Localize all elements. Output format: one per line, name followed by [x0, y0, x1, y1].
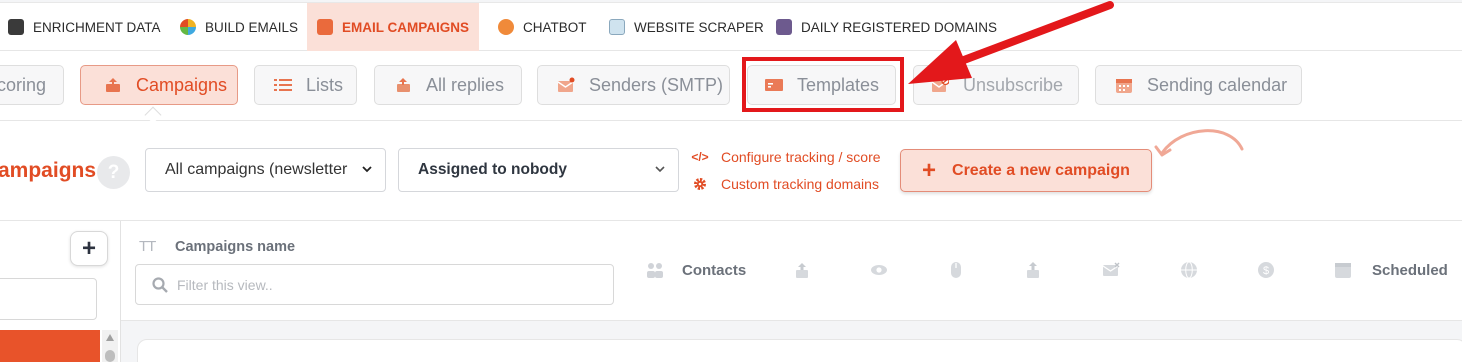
filter-view-input[interactable]: Filter this view..: [135, 264, 614, 305]
subnav-item-campaigns[interactable]: Campaigns: [80, 65, 238, 105]
website-scraper-icon: [609, 19, 625, 35]
custom-tracking-domains-label: Custom tracking domains: [721, 176, 879, 192]
opened-icon: [871, 265, 887, 275]
left-panel: +: [0, 221, 121, 362]
campaigns-header: ampaigns ? All campaigns (newsletter Ass…: [0, 121, 1462, 221]
daily-domains-icon: [776, 19, 792, 35]
topnav-label: EMAIL CAMPAIGNS: [342, 19, 470, 35]
topnav-item-chatbot[interactable]: CHATBOT: [498, 3, 587, 51]
code-icon: </>: [691, 150, 709, 164]
web-visit-icon: [1181, 261, 1197, 279]
sent-icon: [796, 263, 808, 278]
custom-tracking-domains-link[interactable]: Custom tracking domains: [691, 176, 879, 192]
list-icon: [274, 79, 292, 91]
search-icon: [152, 276, 168, 293]
red-arrow-annotation: [908, 1, 1114, 84]
chevron-down-icon: [362, 166, 372, 173]
contacts-column-header[interactable]: Contacts: [682, 262, 746, 279]
replied-icon: [1027, 262, 1039, 278]
page-title: ampaigns: [0, 159, 97, 182]
create-campaign-button[interactable]: + Create a new campaign: [900, 149, 1152, 192]
subnav-item-scoring[interactable]: coring: [0, 65, 64, 105]
subnav-label: Lists: [306, 74, 344, 95]
revenue-icon: $: [1258, 262, 1274, 278]
topnav-label: CHATBOT: [523, 19, 587, 35]
subnav-label: Sending calendar: [1147, 74, 1288, 95]
sub-nav: coring Campaigns Lists All replies Sende…: [0, 51, 1462, 124]
add-folder-button[interactable]: +: [70, 231, 108, 266]
replies-icon: [397, 78, 410, 92]
page: ENRICHMENT DATA BUILD EMAILS EMAIL CAMPA…: [0, 0, 1462, 362]
scheduled-icon: [1335, 263, 1351, 278]
scroll-thumb[interactable]: [105, 350, 115, 362]
campaigns-icon: [106, 78, 120, 92]
subnav-item-all-replies[interactable]: All replies: [374, 65, 522, 105]
selected-folder-row[interactable]: [0, 330, 100, 362]
assignee-filter-select[interactable]: Assigned to nobody: [398, 148, 679, 192]
text-type-icon: TT: [139, 238, 156, 255]
configure-tracking-label: Configure tracking / score: [721, 149, 881, 165]
topnav-label: WEBSITE SCRAPER: [634, 19, 764, 35]
gear-icon: [694, 178, 706, 190]
campaigns-table-header: TT Campaigns name Filter this view.. Con…: [121, 221, 1462, 321]
scrollbar[interactable]: [102, 330, 118, 362]
enrichment-icon: [8, 19, 24, 35]
filter-placeholder: Filter this view..: [177, 276, 273, 293]
help-icon[interactable]: ?: [97, 156, 130, 189]
senders-icon: [557, 77, 575, 92]
top-nav: ENRICHMENT DATA BUILD EMAILS EMAIL CAMPA…: [0, 2, 1462, 51]
configure-tracking-link[interactable]: </> Configure tracking / score: [691, 149, 881, 165]
email-campaigns-icon: [317, 19, 333, 35]
contacts-icon: [647, 263, 663, 278]
subnav-label: coring: [0, 74, 47, 95]
scheduled-column-header[interactable]: Scheduled: [1372, 262, 1448, 279]
help-label: ?: [107, 161, 120, 183]
plus-icon: +: [922, 156, 937, 184]
campaigns-list-card: [137, 339, 1462, 362]
topnav-label: BUILD EMAILS: [205, 19, 299, 35]
add-label: +: [81, 234, 96, 262]
subnav-item-lists[interactable]: Lists: [254, 65, 357, 105]
topnav-item-build-emails[interactable]: BUILD EMAILS: [180, 3, 298, 51]
subnav-label: Senders (SMTP): [589, 74, 724, 95]
subnav-label: Campaigns: [136, 74, 228, 95]
scroll-up-icon[interactable]: [106, 334, 114, 341]
templates-highlight-annotation: [742, 57, 904, 112]
clicked-icon: [951, 262, 961, 278]
assignee-filter-value: Assigned to nobody: [418, 161, 567, 178]
subnav-item-senders-smtp[interactable]: Senders (SMTP): [537, 65, 730, 105]
topnav-item-email-campaigns[interactable]: EMAIL CAMPAIGNS: [307, 3, 480, 51]
bounced-icon: [1102, 262, 1120, 276]
topnav-item-website-scraper[interactable]: WEBSITE SCRAPER: [609, 3, 764, 51]
build-emails-icon: [180, 19, 196, 35]
subnav-label: All replies: [426, 74, 505, 95]
chatbot-icon: [498, 19, 514, 35]
create-campaign-label: Create a new campaign: [952, 161, 1130, 179]
svg-text:$: $: [1263, 265, 1269, 277]
campaigns-name-column-header[interactable]: Campaigns name: [175, 239, 295, 255]
campaign-filter-value: All campaigns (newsletter: [165, 161, 348, 178]
campaign-filter-select[interactable]: All campaigns (newsletter: [145, 148, 386, 192]
topnav-label: ENRICHMENT DATA: [33, 19, 161, 35]
topnav-item-enrichment-data[interactable]: ENRICHMENT DATA: [8, 3, 161, 51]
left-search-input[interactable]: [0, 278, 97, 320]
subnav-item-sending-calendar[interactable]: Sending calendar: [1095, 65, 1302, 105]
curved-arrow-annotation: [1154, 129, 1244, 157]
chevron-down-icon: [655, 166, 665, 173]
